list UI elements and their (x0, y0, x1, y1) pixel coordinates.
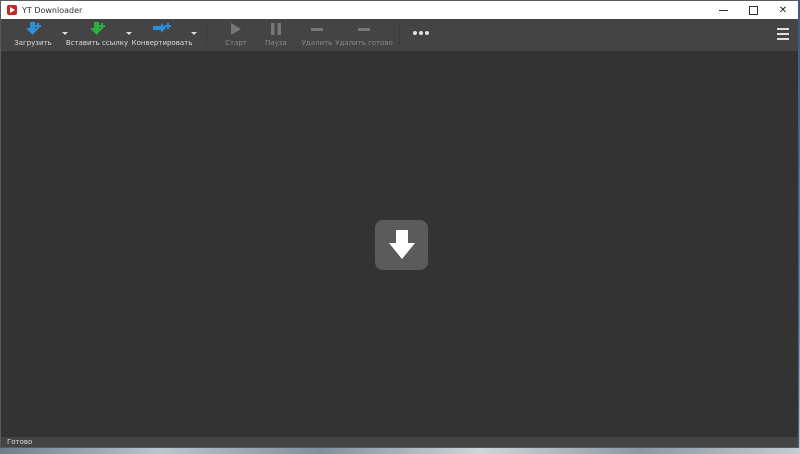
pause-label: Пауза (265, 39, 287, 47)
download-label: Загрузить (14, 39, 52, 47)
download-arrow-icon (388, 230, 415, 259)
convert-label: Конвертировать (131, 39, 193, 47)
paste-link-dropdown-icon[interactable] (126, 32, 132, 35)
menu-icon[interactable] (777, 28, 789, 43)
maximize-icon (748, 5, 758, 15)
convert-button[interactable]: Конвертировать (132, 21, 192, 49)
toolbar-separator (399, 25, 400, 45)
minus-icon (310, 21, 324, 37)
close-button[interactable]: ✕ (768, 1, 798, 19)
delete-done-label: Удалить готово (335, 39, 393, 47)
paste-link-icon (88, 21, 106, 37)
minus-icon (357, 21, 371, 37)
pause-icon (270, 21, 282, 37)
delete-label: Удалить (301, 39, 333, 47)
drop-download-button[interactable] (375, 220, 428, 270)
play-icon (230, 21, 242, 37)
convert-dropdown-icon[interactable] (191, 32, 197, 35)
download-icon (24, 21, 42, 37)
pause-button[interactable]: Пауза (263, 21, 289, 49)
download-button[interactable]: Загрузить (14, 21, 52, 49)
status-bar: Готово (1, 437, 798, 447)
paste-link-button[interactable]: Вставить ссылку (66, 21, 128, 49)
start-label: Старт (225, 39, 247, 47)
title-bar[interactable]: YT Downloader ✕ (1, 1, 798, 19)
window-controls: ✕ (708, 1, 798, 19)
start-button[interactable]: Старт (223, 21, 249, 49)
window-title: YT Downloader (22, 5, 83, 15)
app-logo-icon (7, 5, 17, 15)
app-window: YT Downloader ✕ Загрузить Вставить ссылк… (0, 0, 799, 448)
toolbar-separator (206, 25, 207, 45)
minimize-icon (718, 9, 728, 11)
more-options-icon[interactable] (413, 31, 429, 35)
toolbar: Загрузить Вставить ссылку Конвертировать… (1, 19, 798, 51)
close-icon: ✕ (778, 4, 788, 16)
desktop-background (0, 448, 800, 454)
maximize-button[interactable] (738, 1, 768, 19)
delete-button[interactable]: Удалить (301, 21, 333, 49)
status-text: Готово (7, 438, 33, 446)
minimize-button[interactable] (708, 1, 738, 19)
download-list-area[interactable] (1, 51, 798, 438)
convert-icon (152, 21, 172, 37)
delete-done-button[interactable]: Удалить готово (335, 21, 393, 49)
download-dropdown-icon[interactable] (62, 32, 68, 35)
paste-link-label: Вставить ссылку (65, 39, 129, 47)
